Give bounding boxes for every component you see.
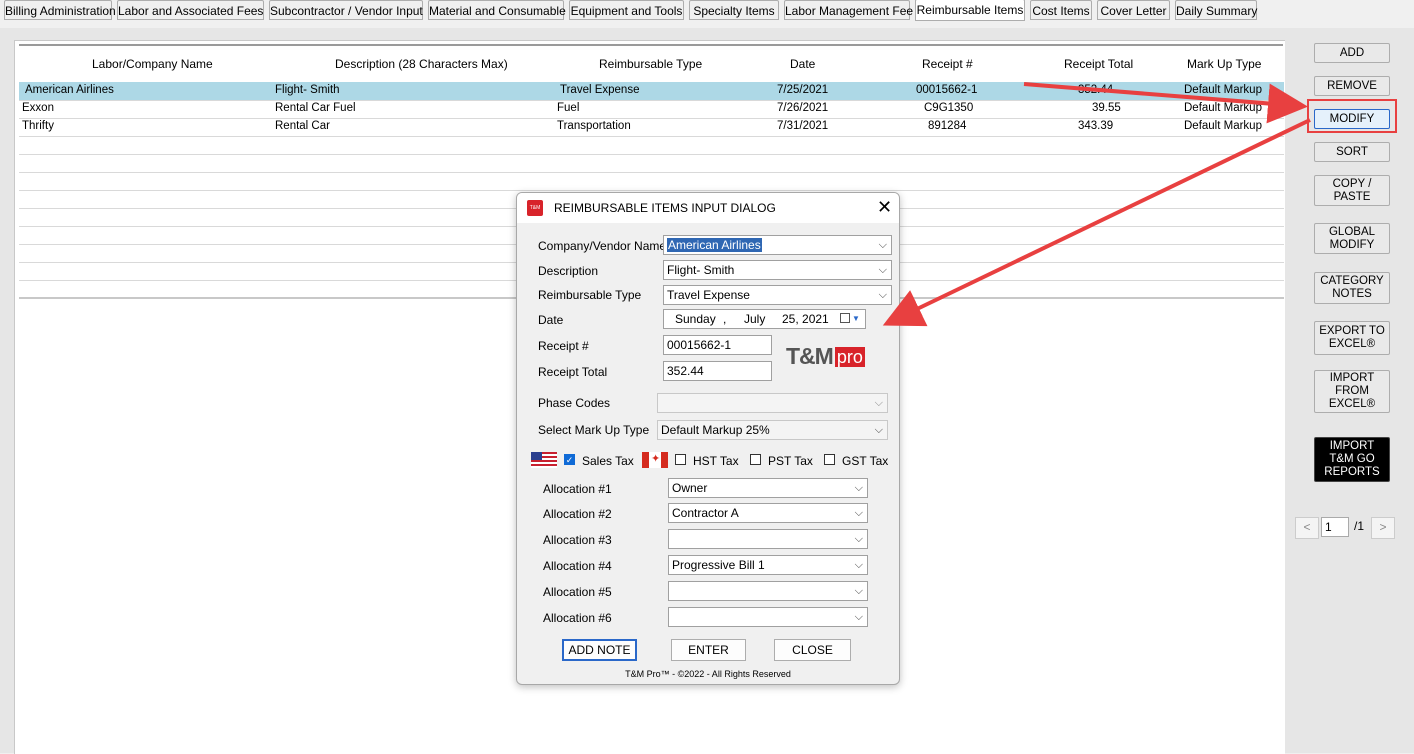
arrow-to-dialog <box>882 118 1311 327</box>
arrow-to-modify <box>1023 82 1308 124</box>
annotation-arrows <box>882 82 1311 327</box>
